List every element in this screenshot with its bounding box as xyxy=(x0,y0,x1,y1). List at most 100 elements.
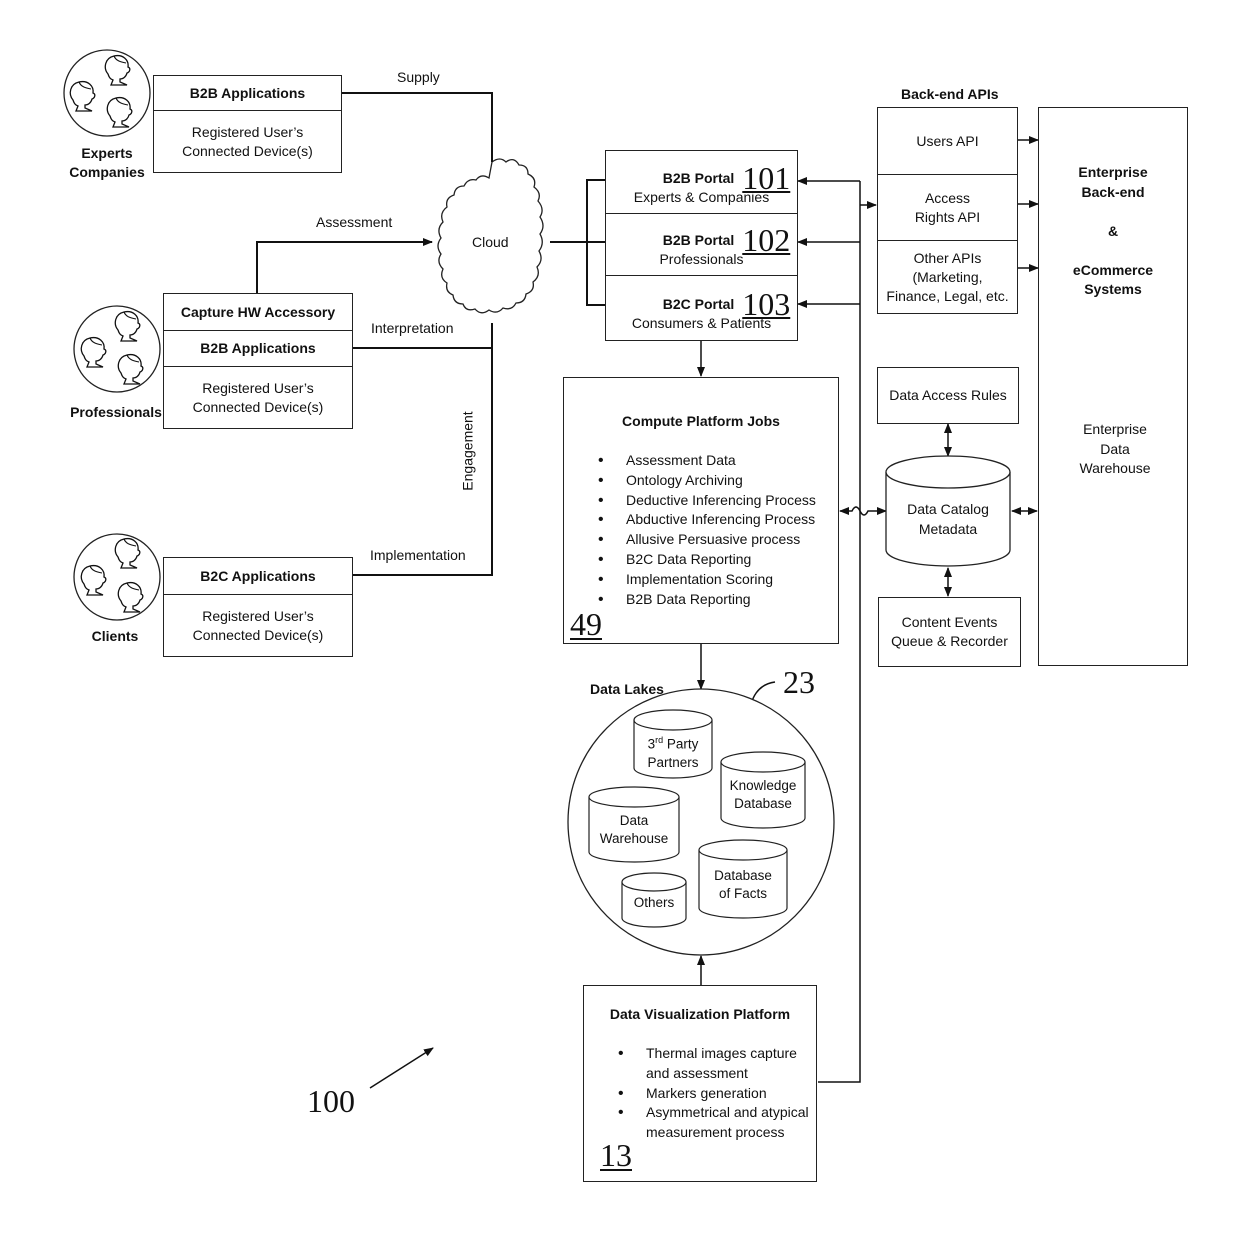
third-party-label[interactable]: 3rd Party Partners xyxy=(634,731,712,772)
data-warehouse-label[interactable]: Data Warehouse xyxy=(589,812,679,848)
portal-101[interactable]: B2B Portal 101 Experts & Companies xyxy=(606,151,797,213)
api-label: Finance, Legal, etc. xyxy=(886,287,1009,304)
clients-device: Registered User’s Connected Device(s) xyxy=(164,594,352,656)
device-line: Connected Device(s) xyxy=(192,626,324,643)
catalog-line: Metadata xyxy=(918,520,978,537)
clients-app-box[interactable]: B2C Applications Registered User’s Conne… xyxy=(163,557,353,657)
enterprise-line: Back-end xyxy=(1081,183,1145,200)
flow-implementation: Implementation xyxy=(370,547,466,563)
store-sup: rd xyxy=(655,735,664,745)
visualization-item: Thermal images capture and assessment xyxy=(616,1044,811,1084)
companies-label: Companies xyxy=(69,164,145,180)
store-line: Warehouse xyxy=(599,831,669,846)
portal-subtitle: Professionals xyxy=(659,251,744,267)
portal-title: B2C Portal xyxy=(662,295,735,312)
experts-group-label: Experts Companies xyxy=(62,144,152,182)
store-line: Party xyxy=(663,736,699,752)
flow-engagement: Engagement xyxy=(459,411,476,491)
enterprise-warehouse-label: Enterprise Data Warehouse xyxy=(1053,420,1177,479)
flow-supply: Supply xyxy=(397,69,440,85)
ref-100-arrow xyxy=(369,1047,434,1089)
professionals-app-box[interactable]: Capture HW Accessory B2B Applications Re… xyxy=(163,293,353,429)
ref-49: 49 xyxy=(570,606,602,642)
cloud-label: Cloud xyxy=(472,234,509,250)
backend-apis-title: Back-end APIs xyxy=(901,86,999,102)
portal-subtitle: Experts & Companies xyxy=(633,188,770,205)
others-label[interactable]: Others xyxy=(622,894,686,912)
events-line: Content Events xyxy=(901,614,998,630)
ref-100: 100 xyxy=(307,1083,355,1119)
backend-apis-box: Users API Access Rights API Other APIs (… xyxy=(877,107,1018,314)
enterprise-title: Enterprise Back-end & eCommerce Systems xyxy=(1038,163,1188,300)
content-events-box[interactable]: Content Events Queue & Recorder xyxy=(878,597,1021,667)
supply-connector xyxy=(341,92,493,162)
store-line: of Facts xyxy=(718,886,767,901)
data-access-rules-box[interactable]: Data Access Rules xyxy=(877,367,1019,424)
warehouse-line: Data xyxy=(1100,440,1130,457)
ref-13: 13 xyxy=(600,1137,632,1173)
enterprise-line: Enterprise xyxy=(1078,164,1148,180)
store-line: Others xyxy=(633,895,675,910)
professionals-people-icon xyxy=(73,305,161,393)
api-label: (Marketing, xyxy=(912,268,983,285)
content-events-label: Content Events Queue & Recorder xyxy=(879,598,1020,666)
experts-label: Experts xyxy=(81,145,133,161)
api-label: Access xyxy=(924,189,971,206)
warehouse-line: Enterprise xyxy=(1083,421,1147,437)
compute-job-item: Ontology Archiving xyxy=(596,471,816,491)
api-label: Other APIs xyxy=(913,249,982,266)
compute-jobs-list: Assessment Data Ontology Archiving Deduc… xyxy=(596,451,816,609)
portal-103[interactable]: B2C Portal 103 Consumers & Patients xyxy=(606,275,797,340)
store-line: Data xyxy=(619,813,649,828)
device-line: Registered User’s xyxy=(191,123,304,140)
visualization-item: Asymmetrical and atypical measurement pr… xyxy=(616,1103,811,1143)
store-line: 3 xyxy=(647,736,656,752)
compute-job-item: Implementation Scoring xyxy=(596,570,816,590)
api-label: Rights API xyxy=(914,208,981,225)
other-apis[interactable]: Other APIs (Marketing, Finance, Legal, e… xyxy=(878,240,1017,313)
visualization-item: Markers generation xyxy=(616,1084,811,1104)
experts-b2b-apps[interactable]: B2B Applications xyxy=(154,76,341,110)
store-line: Database xyxy=(734,796,792,811)
warehouse-line: Warehouse xyxy=(1079,460,1151,476)
portal-102[interactable]: B2B Portal 102 Professionals xyxy=(606,213,797,275)
professionals-b2b-apps[interactable]: B2B Applications xyxy=(164,330,352,366)
portal-ref: 101 xyxy=(742,159,791,196)
ref-23: 23 xyxy=(783,664,815,700)
portal-ref: 103 xyxy=(742,285,791,322)
knowledge-db-label[interactable]: Knowledge Database xyxy=(721,777,805,813)
professionals-device: Registered User’s Connected Device(s) xyxy=(164,366,352,428)
compute-job-item: Deductive Inferencing Process xyxy=(596,491,816,511)
events-line: Queue & Recorder xyxy=(891,633,1008,649)
professionals-label: Professionals xyxy=(70,404,162,420)
data-catalog-label[interactable]: Data Catalog Metadata xyxy=(886,500,1010,539)
compute-job-item: B2B Data Reporting xyxy=(596,590,816,610)
experts-device: Registered User’s Connected Device(s) xyxy=(154,110,341,172)
portal-title: B2B Portal xyxy=(662,232,735,248)
compute-job-item: Assessment Data xyxy=(596,451,816,471)
compute-job-item: B2C Data Reporting xyxy=(596,550,816,570)
arrow-compute-catalog xyxy=(839,506,887,516)
enterprise-line: eCommerce xyxy=(1072,261,1154,278)
access-rights-api[interactable]: Access Rights API xyxy=(878,174,1017,240)
portal-subtitle: Consumers & Patients xyxy=(631,314,772,331)
users-api[interactable]: Users API xyxy=(878,108,1017,174)
portals-box: B2B Portal 101 Experts & Companies B2B P… xyxy=(605,150,798,341)
compute-job-item: Allusive Persuasive process xyxy=(596,530,816,550)
capture-hw-accessory[interactable]: Capture HW Accessory xyxy=(164,294,352,330)
portal-ref: 102 xyxy=(742,222,791,258)
compute-job-item: Abductive Inferencing Process xyxy=(596,510,816,530)
device-line: Registered User’s xyxy=(202,379,314,396)
store-line: Partners xyxy=(647,754,699,770)
data-visualization-title: Data Visualization Platform xyxy=(609,1006,791,1022)
clients-b2c-apps[interactable]: B2C Applications xyxy=(164,558,352,594)
device-line: Connected Device(s) xyxy=(182,142,313,159)
flow-assessment: Assessment xyxy=(316,214,393,230)
device-line: Connected Device(s) xyxy=(192,398,324,415)
device-line: Registered User’s xyxy=(202,607,314,624)
database-of-facts-label[interactable]: Database of Facts xyxy=(699,867,787,903)
api-label: Users API xyxy=(916,132,979,149)
experts-app-box[interactable]: B2B Applications Registered User’s Conne… xyxy=(153,75,342,173)
compute-platform-title: Compute Platform Jobs xyxy=(622,413,780,429)
data-lakes-title: Data Lakes xyxy=(590,681,664,697)
